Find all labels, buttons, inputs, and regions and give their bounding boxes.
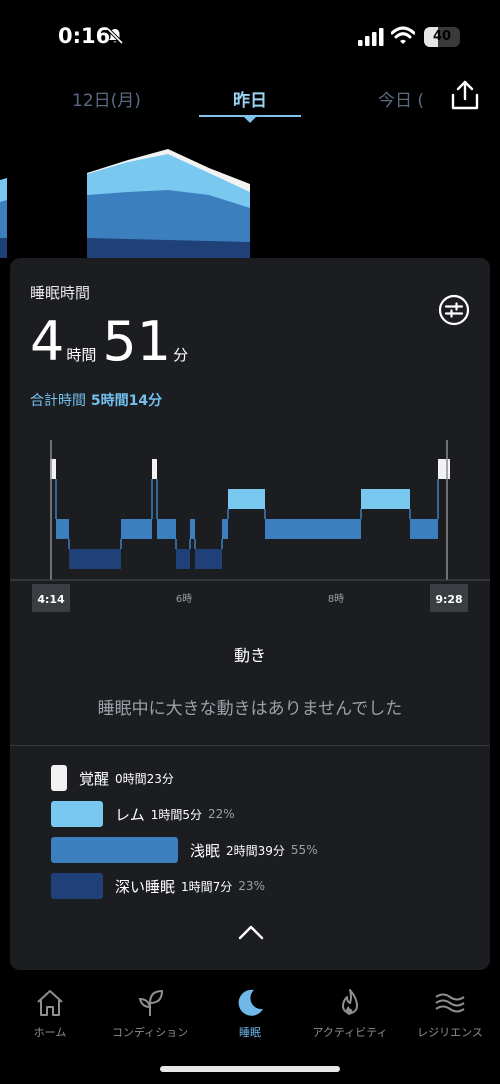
- sleep-hypnogram: 4:14 9:28 6時 8時: [10, 440, 490, 612]
- status-time: 0:16: [58, 24, 111, 48]
- legend-awake: 覚醒 0時間23分: [51, 765, 180, 791]
- nav-item-sleep[interactable]: 睡眠: [200, 987, 300, 1040]
- segment-deep: [69, 549, 121, 569]
- home-indicator: [160, 1066, 340, 1072]
- legend-value: 1時間7分: [181, 879, 233, 894]
- segment-light: [56, 519, 69, 539]
- legend-light: 浅眠 2時間39分 55%: [51, 837, 318, 863]
- segment-deep: [195, 549, 222, 569]
- nav-label: コンディション: [111, 1026, 189, 1039]
- daily-sleep-overview[interactable]: [0, 140, 500, 258]
- hypnogram-tick-label: 6時: [176, 593, 192, 605]
- segment-deep: [176, 549, 190, 569]
- legend-percent: 22%: [207, 807, 235, 821]
- segment-rem: [361, 489, 410, 509]
- segment-awake: [152, 459, 157, 479]
- segment-light: [121, 519, 152, 539]
- nav-item-condition[interactable]: コンディション: [100, 987, 200, 1040]
- settings-sliders-icon[interactable]: [438, 294, 470, 326]
- segment-awake: [438, 459, 450, 479]
- legend-value: 1時間5分: [150, 807, 202, 822]
- legend-percent: 55%: [290, 843, 318, 857]
- yesterday-chart: [87, 149, 250, 258]
- hypnogram-segments: [50, 459, 450, 569]
- nav-item-activity[interactable]: アクティビティ: [300, 987, 400, 1040]
- segment-rem: [228, 489, 265, 509]
- wifi-icon: [391, 26, 415, 44]
- share-icon[interactable]: [451, 80, 479, 110]
- legend-swatch: [51, 873, 103, 899]
- chevron-up-icon[interactable]: [238, 924, 264, 940]
- battery-level: 40: [432, 29, 452, 44]
- status-bar: 0:16 40: [0, 0, 500, 70]
- legend-swatch: [51, 837, 178, 863]
- sleep-duration: 4 時間 51 分: [30, 310, 194, 374]
- movement-title: 動き: [233, 646, 266, 665]
- sprout-icon: [138, 989, 164, 1016]
- nav-item-resilience[interactable]: レジリエンス: [400, 987, 500, 1040]
- battery-indicator: 40: [424, 27, 460, 47]
- legend-swatch: [51, 801, 103, 827]
- total-time: 合計時間 5時間14分: [30, 390, 162, 410]
- total-time-label: 合計時間: [30, 393, 86, 409]
- tab-yesterday[interactable]: 昨日: [233, 86, 267, 111]
- duration-minutes-unit: 分: [173, 346, 189, 364]
- nav-label: ホーム: [33, 1026, 67, 1039]
- cellular-signal-icon: [358, 28, 384, 46]
- nav-item-home[interactable]: ホーム: [0, 987, 100, 1040]
- sleep-summary-card: 睡眠時間 4 時間 51 分 合計時間 5時間14分 4:14 9:28 6時 …: [10, 258, 490, 970]
- card-title: 睡眠時間: [30, 284, 91, 302]
- segment-light: [190, 519, 195, 539]
- duration-minutes: 51: [102, 310, 172, 373]
- segment-light: [265, 519, 361, 539]
- tab-today[interactable]: 今日 (: [378, 86, 424, 111]
- hypnogram-tick-label: 8時: [328, 593, 344, 605]
- nav-label: レジリエンス: [417, 1026, 483, 1039]
- moon-icon: [238, 989, 263, 1016]
- duration-hours-unit: 時間: [66, 346, 97, 364]
- bell-muted-icon: [106, 27, 124, 45]
- legend-label: 覚醒: [79, 769, 110, 788]
- home-icon: [37, 990, 63, 1016]
- legend-percent: 23%: [238, 879, 265, 893]
- flame-icon: [342, 989, 358, 1015]
- legend-label: レム: [115, 805, 145, 824]
- hypnogram-start-time: 4:14: [37, 593, 65, 606]
- legend-value: 0時間23分: [115, 771, 174, 786]
- tab-caret: [243, 116, 257, 123]
- movement-text: 睡眠中に大きな動きはありませんでした: [97, 699, 403, 719]
- divider: [10, 745, 490, 746]
- legend-label: 深い睡眠: [115, 877, 176, 896]
- legend-swatch: [51, 765, 67, 791]
- duration-hours: 4: [30, 310, 65, 373]
- prev-day-chart: [0, 178, 7, 258]
- legend-rem: レム 1時間5分 22%: [51, 801, 235, 827]
- hypnogram-end-time: 9:28: [435, 593, 462, 606]
- segment-light: [222, 519, 228, 539]
- nav-label: アクティビティ: [312, 1026, 388, 1039]
- segment-light: [410, 519, 438, 539]
- tab-prev-day[interactable]: 12日(月): [72, 86, 141, 111]
- total-time-value: 5時間14分: [90, 393, 163, 409]
- legend-deep: 深い睡眠 1時間7分 23%: [51, 873, 265, 899]
- legend-label: 浅眠: [190, 841, 221, 860]
- legend-value: 2時間39分: [226, 843, 285, 858]
- nav-label: 睡眠: [239, 1026, 261, 1039]
- segment-light: [157, 519, 176, 539]
- waves-icon: [435, 993, 465, 1013]
